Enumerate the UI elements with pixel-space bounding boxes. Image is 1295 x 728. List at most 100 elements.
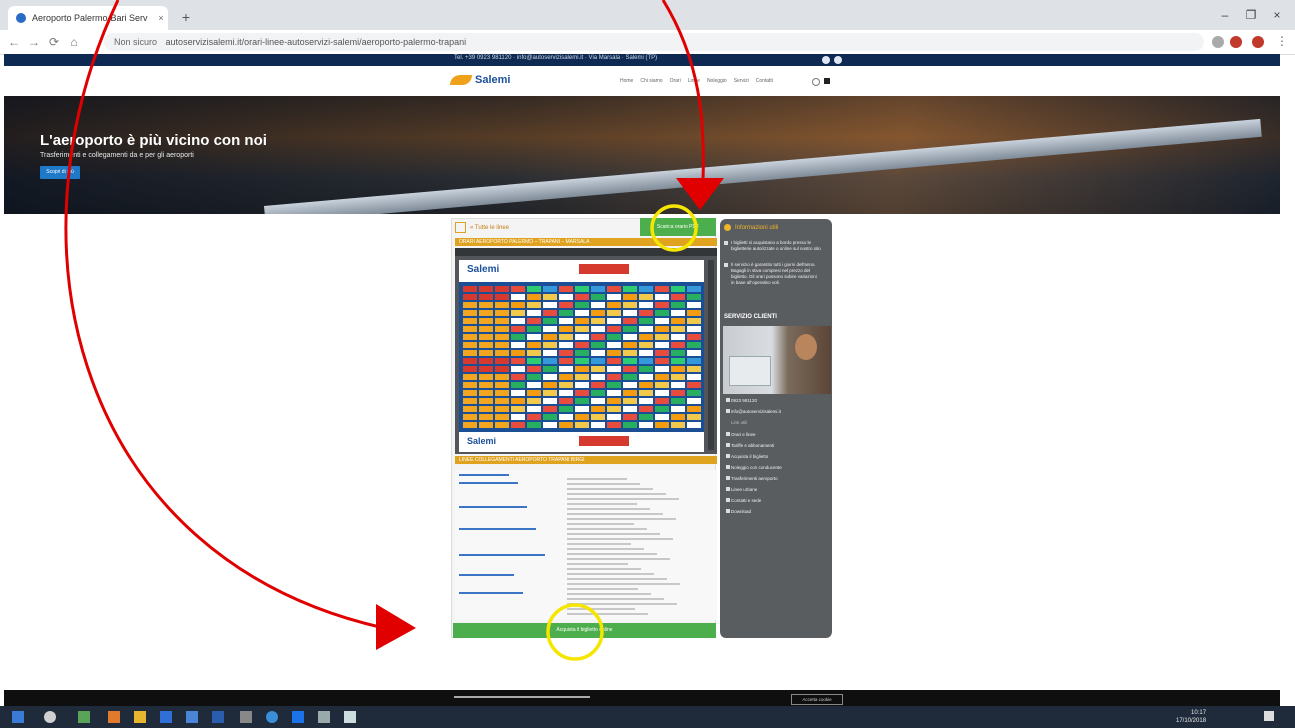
timetable-cell (671, 358, 685, 364)
app-icon[interactable] (78, 711, 90, 723)
system-clock[interactable]: 10:17 17/10/2018 (1176, 709, 1206, 725)
tab-close-icon[interactable]: × (154, 13, 168, 23)
route-time-entry (567, 593, 651, 595)
route-link[interactable] (459, 554, 545, 556)
app-icon[interactable] (108, 711, 120, 723)
timetable-cell (623, 422, 637, 428)
buy-ticket-button[interactable]: Acquista il biglietto online (453, 623, 716, 638)
sidebar-link-noleggio[interactable]: Noleggio con conducente (726, 465, 782, 470)
timetable-cell (527, 406, 541, 412)
sidebar-link-urbane[interactable]: Linee urbane (726, 487, 757, 492)
nav-item-linee[interactable]: Linee (688, 78, 700, 84)
phone-contact[interactable]: 0923 981120 (726, 398, 757, 403)
breadcrumb[interactable]: « Tutte le linee (455, 222, 509, 233)
nav-item-orari[interactable]: Orari (670, 78, 681, 84)
back-button[interactable]: ← (6, 33, 22, 51)
timetable-cell (639, 406, 653, 412)
timetable-cell (655, 414, 669, 420)
reload-button[interactable]: ⟳ (46, 33, 62, 51)
url-bar[interactable]: Non sicuro autoservizisalemi.it/orari-li… (104, 33, 1204, 51)
notifications-icon[interactable] (1264, 711, 1274, 721)
app-icon[interactable] (186, 711, 198, 723)
timetable-cell (543, 334, 557, 340)
timetable-cell (575, 390, 589, 396)
timetable-cell (607, 310, 621, 316)
app-icon[interactable] (318, 711, 330, 723)
timetable-cell (639, 342, 653, 348)
timetable-cell (479, 414, 493, 420)
app-icon[interactable] (240, 711, 252, 723)
browser-icon[interactable] (266, 711, 278, 723)
timetable-cell (543, 390, 557, 396)
sidebar-link-orari[interactable]: Orari e linee (726, 432, 756, 437)
star-icon[interactable] (1212, 36, 1224, 48)
profile-avatar[interactable] (1252, 36, 1264, 48)
nav-item-servizi[interactable]: Servizi (734, 78, 749, 84)
route-link[interactable] (459, 506, 527, 508)
timetable-cell (543, 406, 557, 412)
site-logo[interactable]: Salemi (450, 74, 510, 86)
sidebar-link-acquista[interactable]: Acquista il biglietto (726, 454, 768, 459)
timetable-cell (687, 350, 701, 356)
browser-tab[interactable]: Aeroporto Palermo-Bari Serv × (8, 6, 168, 30)
timetable-cell (527, 326, 541, 332)
route-icon (726, 487, 730, 491)
search-icon[interactable] (44, 711, 56, 723)
app-icon[interactable] (212, 711, 224, 723)
route-link[interactable] (459, 474, 509, 476)
email-contact[interactable]: info@autoservizisalemi.it (726, 409, 781, 414)
email-text: info@autoservizisalemi.it (731, 409, 781, 414)
start-icon[interactable] (12, 711, 24, 723)
maximize-button[interactable]: ❐ (1238, 6, 1264, 24)
timetable-cell (559, 414, 573, 420)
search-icon[interactable] (812, 78, 820, 86)
sidebar-link-download[interactable]: Download (726, 509, 751, 514)
nav-item-chi-siamo[interactable]: Chi siamo (640, 78, 662, 84)
hero-button[interactable]: Scopri di più (40, 166, 80, 179)
route-link[interactable] (459, 528, 536, 530)
timetable-cell (671, 310, 685, 316)
timetable-cell (495, 326, 509, 332)
timetable-cell (527, 302, 541, 308)
minimize-button[interactable]: – (1212, 6, 1238, 24)
timetable-row (463, 422, 701, 428)
pdf-scrollbar[interactable] (708, 260, 714, 450)
cookie-accept-button[interactable]: Accetta cookie (791, 694, 843, 705)
sidebar-link-tariffe[interactable]: Tariffe e abbonamenti (726, 443, 774, 448)
timetable-cell (687, 334, 701, 340)
sidebar-info-2-text: Il servizio è garantito tutti i giorni d… (731, 262, 817, 285)
forward-button[interactable]: → (26, 33, 42, 51)
cart-icon[interactable] (824, 78, 830, 84)
route-link[interactable] (459, 592, 523, 594)
timetable-cell (479, 294, 493, 300)
sidebar-link-contatti[interactable]: Contatti e sede (726, 498, 761, 503)
extension-icon[interactable] (1230, 36, 1242, 48)
download-pdf-button[interactable]: Scarica orario PDF (640, 218, 716, 236)
instagram-icon[interactable] (834, 56, 842, 64)
home-button[interactable]: ⌂ (66, 33, 82, 51)
timetable-cell (543, 422, 557, 428)
timetable-cell (671, 422, 685, 428)
timetable-cell (687, 302, 701, 308)
menu-icon[interactable]: ⋮ (1276, 34, 1288, 48)
facebook-icon[interactable] (822, 56, 830, 64)
app-icon[interactable] (292, 711, 304, 723)
timetable-cell (511, 342, 525, 348)
nav-item-home[interactable]: Home (620, 78, 633, 84)
close-window-button[interactable]: × (1264, 6, 1290, 24)
sidebar-link-trasferimenti[interactable]: Trasferimenti aeroporto (726, 476, 778, 481)
app-icon[interactable] (160, 711, 172, 723)
timetable-cell (463, 326, 477, 332)
nav-item-contatti[interactable]: Contatti (756, 78, 773, 84)
timetable-cell (591, 414, 605, 420)
timetable-cell (511, 406, 525, 412)
app-icon[interactable] (344, 711, 356, 723)
timetable-cell (495, 318, 509, 324)
nav-item-noleggio[interactable]: Noleggio (707, 78, 727, 84)
pdf-toolbar[interactable] (455, 248, 717, 256)
timetable-cell (527, 318, 541, 324)
folder-icon[interactable] (134, 711, 146, 723)
route-link[interactable] (459, 574, 514, 576)
route-link[interactable] (459, 482, 518, 484)
new-tab-button[interactable]: + (176, 8, 196, 26)
